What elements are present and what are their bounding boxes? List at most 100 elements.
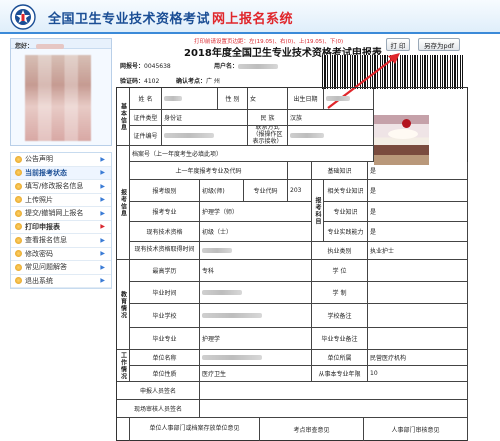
sidebar-item-faq[interactable]: 常见问题解答 ▶ xyxy=(11,261,111,275)
bullet-icon xyxy=(15,223,22,231)
nature-value: 医疗卫生 xyxy=(200,366,312,382)
unit-label: 单位名称 xyxy=(130,350,200,366)
professional-knowledge-label: 专业知识 xyxy=(324,202,368,222)
practice-type-label: 执业类别 xyxy=(312,242,368,260)
site-value: 广 州 xyxy=(206,78,220,85)
sidebar-item-label: 常见问题解答 xyxy=(25,263,67,272)
unit-redacted xyxy=(202,355,262,360)
sidebar-item-view-info[interactable]: 查看报名信息 ▶ xyxy=(11,234,111,248)
code-label-cell: 专业代码 xyxy=(244,180,288,202)
chevron-right-icon: ▶ xyxy=(100,155,105,163)
chevron-right-icon: ▶ xyxy=(100,277,105,285)
school-note-value xyxy=(368,304,468,328)
current-qual-value: 初级（士） xyxy=(200,222,312,242)
current-qual-label: 现有技术资格 xyxy=(130,222,200,242)
bullet-icon xyxy=(15,155,22,163)
school-note-label: 学校备注 xyxy=(312,304,368,328)
major-value: 护理学（师） xyxy=(200,202,312,222)
bullet-icon xyxy=(15,182,22,190)
sidebar-item-label: 打印申报表 xyxy=(25,222,60,231)
grad-major-label: 毕业专业 xyxy=(130,328,200,350)
bullet-icon xyxy=(15,250,22,258)
sidebar-item-logout[interactable]: 退出系统 ▶ xyxy=(11,275,111,288)
applicant-signature-value xyxy=(200,382,468,400)
logo-icon xyxy=(10,4,36,30)
sidebar-item-announcement[interactable]: 公告声明 ▶ xyxy=(11,153,111,167)
app-title-sub: 网上报名系统 xyxy=(212,12,294,27)
save-pdf-button[interactable]: 另存为pdf xyxy=(418,38,460,51)
grad-time-label: 毕业时间 xyxy=(130,282,200,304)
name-redacted xyxy=(164,96,182,101)
contact-value xyxy=(288,126,374,146)
reviewer-signature-label: 现场审核人员签名 xyxy=(117,400,200,418)
highest-edu-value: 专科 xyxy=(200,260,312,282)
reviewer-signature-value xyxy=(200,400,468,418)
related-knowledge-label: 相关专业知识 xyxy=(324,180,368,202)
chevron-right-icon: ▶ xyxy=(100,209,105,217)
sidebar-item-print[interactable]: 打印申报表 ▶ xyxy=(11,221,111,234)
unit-belong-value: 民营医疗机构 xyxy=(368,350,468,366)
gender-label: 性 别 xyxy=(218,88,248,110)
chevron-right-icon: ▶ xyxy=(100,182,105,190)
sidebar-item-edit-info[interactable]: 填写/修改报名信息 ▶ xyxy=(11,180,111,194)
name-label: 姓 名 xyxy=(130,88,162,110)
grad-time-redacted xyxy=(202,290,242,295)
ethnic-value: 汉族 xyxy=(288,110,374,126)
avatar xyxy=(25,55,91,141)
section-exam: 报考信息 xyxy=(117,146,130,260)
section-work: 工作情况 xyxy=(117,350,130,382)
sidebar-item-upload-photo[interactable]: 上传照片 ▶ xyxy=(11,194,111,207)
code-value: 4102 xyxy=(144,78,160,85)
unit-opinion-label: 单位人事部门或档案存放单位意见 xyxy=(130,418,260,441)
bullet-icon xyxy=(15,236,22,244)
obtain-time-value xyxy=(200,242,312,260)
highest-edu-label: 最高学历 xyxy=(130,260,200,282)
code-line: 验证码：4102 xyxy=(120,76,159,85)
applicant-photo xyxy=(374,115,429,165)
school-system-label: 学 制 xyxy=(312,282,368,304)
user-redacted xyxy=(238,64,279,69)
username-redacted xyxy=(36,44,65,49)
grad-time-value xyxy=(200,282,312,304)
archive-label: 档案号（上一年度考生必填此项） xyxy=(130,146,374,162)
degree-label: 学 位 xyxy=(312,260,368,282)
section-education: 教育情况 xyxy=(117,260,130,350)
grad-major-value: 护理学 xyxy=(200,328,312,350)
ethnic-label: 民 族 xyxy=(248,110,288,126)
site-opinion-label: 考点审查意见 xyxy=(260,418,364,441)
id-no-value xyxy=(162,126,248,146)
gender-value: 女 xyxy=(248,88,288,110)
section-subjects: 报考科目 xyxy=(312,180,324,242)
sidebar-item-status[interactable]: 当前报考状态 ▶ xyxy=(11,166,111,180)
chevron-right-icon: ▶ xyxy=(100,196,105,204)
chevron-right-icon: ▶ xyxy=(100,223,105,231)
user-line: 用户名： xyxy=(214,61,279,70)
sidebar-item-password[interactable]: 修改密码 ▶ xyxy=(11,248,111,261)
grad-major-note-value xyxy=(368,328,468,350)
bullet-icon xyxy=(15,196,22,204)
user-greeting-label: 您好： xyxy=(15,43,34,50)
level-label: 报考级别 xyxy=(130,180,200,202)
basic-knowledge-label: 基础知识 xyxy=(312,162,368,180)
user-greeting: 您好： xyxy=(11,39,111,50)
sidebar-item-submit[interactable]: 提交/撤销网上报名 ▶ xyxy=(11,207,111,221)
school-system-value xyxy=(368,282,468,304)
sidebar-item-label: 上传照片 xyxy=(25,195,53,204)
sidebar-item-label: 修改密码 xyxy=(25,249,53,258)
prev-exam-label: 上一年度报考专业及代码 xyxy=(130,162,288,180)
sidebar-item-label: 公告声明 xyxy=(25,155,53,164)
level-value: 初级(师) xyxy=(200,180,244,202)
chevron-right-icon: ▶ xyxy=(100,236,105,244)
app-title-main: 全国卫生专业技术资格考试 xyxy=(48,12,211,27)
hr-opinion-label: 人事部门审核意见 xyxy=(364,418,468,441)
id-no-redacted xyxy=(164,133,214,138)
serial-line: 网报号：0045638 xyxy=(120,61,171,70)
unit-belong-label: 单位所属 xyxy=(312,350,368,366)
serial-label: 网报号： xyxy=(120,63,145,70)
chevron-right-icon: ▶ xyxy=(100,250,105,258)
birth-label: 出生日期 xyxy=(288,88,324,110)
app-title: 全国卫生专业技术资格考试 网上报名系统 xyxy=(48,8,293,27)
practice-ability-label: 专业实践能力 xyxy=(324,222,368,242)
practice-ability-value: 是 xyxy=(368,222,468,242)
obtain-time-redacted xyxy=(202,248,232,253)
